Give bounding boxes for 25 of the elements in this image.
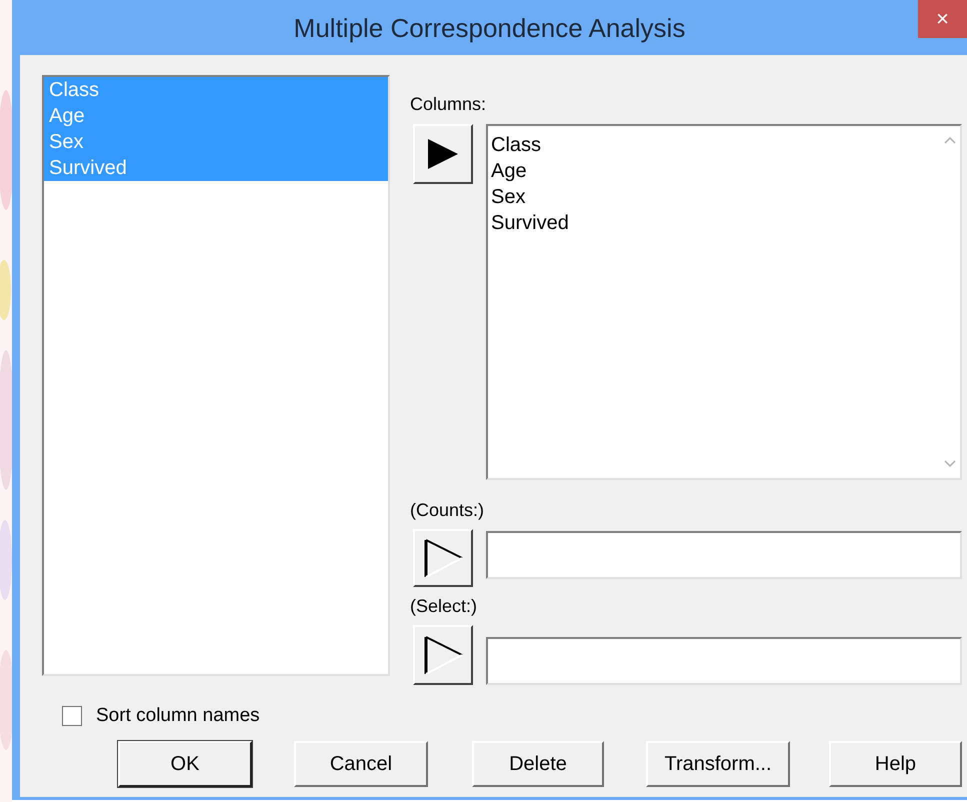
dialog-button[interactable]: Delete (472, 740, 604, 786)
list-item[interactable]: Survived (491, 210, 569, 236)
list-item[interactable]: Class (491, 132, 542, 158)
close-button[interactable]: × (918, 0, 967, 38)
checkbox[interactable] (62, 706, 82, 726)
dialog-button[interactable]: Transform... (646, 740, 790, 786)
dialog-button[interactable]: OK (118, 740, 252, 786)
add-button[interactable] (413, 625, 473, 685)
add-button[interactable] (413, 124, 473, 184)
columns-label: Columns: (410, 93, 488, 115)
select-field[interactable] (486, 637, 962, 685)
dialog-button[interactable]: Cancel (294, 740, 428, 786)
triangle-icon (423, 538, 463, 578)
dialog-button[interactable]: Help (829, 740, 962, 786)
columns-list[interactable]: Class Age Sex Survived (486, 124, 962, 480)
list-item[interactable]: Age (491, 158, 527, 184)
triangle-icon (423, 635, 463, 675)
select-label: (Select:) (410, 595, 478, 617)
counts-label: (Counts:) (410, 499, 486, 521)
play-icon (426, 137, 460, 171)
counts-field[interactable] (486, 531, 962, 579)
list-item[interactable]: Sex (491, 184, 526, 210)
window-title: Multiple Correspondence Analysis (294, 12, 686, 44)
add-button[interactable] (413, 529, 473, 587)
checkbox-label: Sort column names (96, 704, 260, 728)
